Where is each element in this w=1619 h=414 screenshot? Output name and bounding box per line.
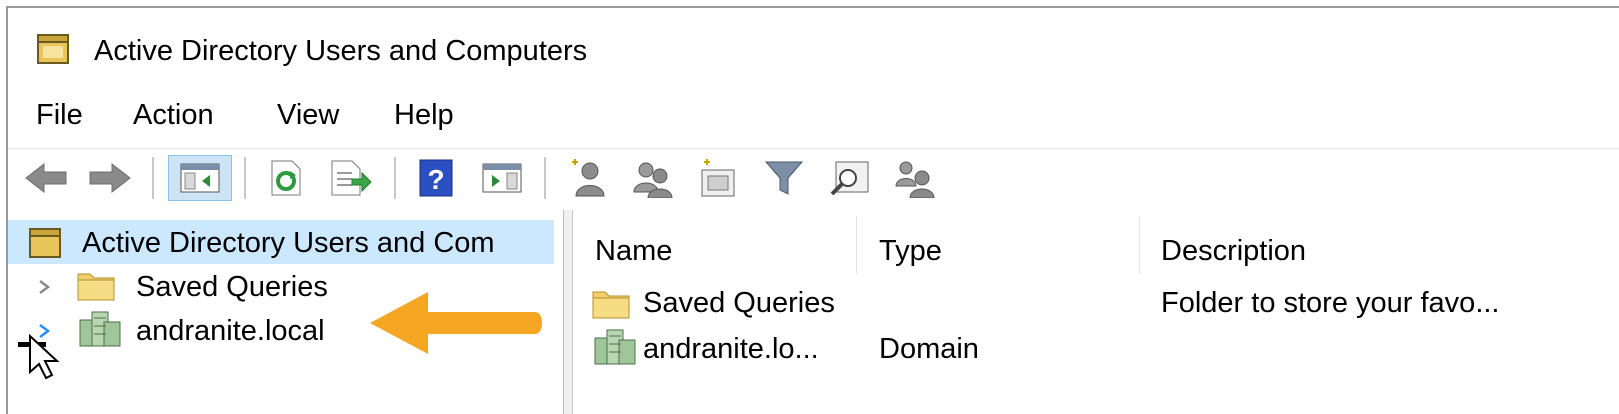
tree-root-item[interactable]: Active Directory Users and Com [8, 220, 554, 264]
cell-name: Saved Queries [643, 287, 835, 319]
menu-bar: File Action View Help [8, 92, 1619, 136]
chevron-right-icon[interactable] [32, 272, 56, 302]
cell-type: Domain [879, 333, 979, 365]
column-header-label: Type [879, 235, 942, 267]
toolbar-separator [152, 157, 155, 199]
column-header-name[interactable]: Name [573, 220, 855, 278]
toolbar: ? [8, 148, 1619, 205]
forward-button[interactable] [86, 155, 134, 201]
aduc-app-icon [37, 34, 69, 64]
refresh-button[interactable] [262, 155, 310, 201]
show-hide-console-tree-icon [180, 163, 220, 193]
pane-splitter[interactable] [564, 210, 573, 414]
show-action-pane-icon [482, 163, 522, 193]
menu-view[interactable]: View [277, 98, 339, 132]
add-to-group-button[interactable] [890, 155, 938, 201]
list-row-andranite-local[interactable]: andranite.lo... Domain [573, 326, 1619, 370]
window-title: Active Directory Users and Computers [94, 35, 588, 67]
svg-text:?: ? [427, 164, 444, 195]
export-list-icon [331, 160, 372, 196]
back-icon [25, 162, 67, 194]
tree-item-label: andranite.local [136, 315, 325, 347]
help-button[interactable]: ? [412, 155, 460, 201]
help-icon: ? [419, 159, 453, 197]
add-to-group-icon [895, 161, 935, 198]
domain-icon [79, 311, 121, 347]
content-area: Active Directory Users and Com Saved Que… [8, 210, 1619, 414]
new-ou-button[interactable] [694, 155, 742, 201]
export-list-button[interactable] [326, 155, 374, 201]
new-group-button[interactable] [628, 155, 676, 201]
tree-root-label: Active Directory Users and Com [82, 227, 495, 259]
tree-item-label: Saved Queries [136, 271, 328, 303]
find-button[interactable] [826, 155, 874, 201]
details-list: Name Type Description Saved Queries Fold… [573, 210, 1619, 414]
cell-name: andranite.lo... [643, 333, 819, 365]
forward-icon [89, 162, 131, 194]
find-icon [830, 161, 869, 196]
list-row-saved-queries[interactable]: Saved Queries Folder to store your favo.… [573, 280, 1619, 324]
folder-icon [77, 273, 115, 301]
cell-description: Folder to store your favo... [1161, 287, 1500, 319]
toolbar-separator [394, 157, 397, 199]
show-hide-console-tree-button[interactable] [168, 155, 232, 201]
new-group-icon [633, 162, 673, 198]
menu-file[interactable]: File [36, 98, 83, 132]
mouse-cursor-icon [18, 333, 60, 380]
menu-help[interactable]: Help [394, 98, 454, 132]
annotation-arrow-icon [370, 292, 542, 354]
menu-action[interactable]: Action [133, 98, 214, 132]
filter-icon [764, 161, 804, 195]
folder-icon [592, 291, 630, 319]
domain-icon [594, 329, 636, 365]
toolbar-separator [544, 157, 547, 199]
aduc-root-icon [29, 228, 61, 258]
column-header-label: Description [1161, 235, 1307, 267]
column-header-label: Name [595, 235, 673, 267]
back-button[interactable] [22, 155, 70, 201]
filter-button[interactable] [760, 155, 808, 201]
new-user-icon [572, 159, 605, 197]
title-bar[interactable]: Active Directory Users and Computers [8, 8, 1619, 86]
column-header-description[interactable]: Description [1139, 220, 1615, 278]
toolbar-separator [244, 157, 247, 199]
new-ou-icon [701, 159, 735, 197]
show-action-pane-button[interactable] [478, 155, 526, 201]
main-window: Active Directory Users and Computers Fil… [6, 6, 1619, 414]
column-header-type[interactable]: Type [857, 220, 1139, 278]
refresh-icon [271, 160, 301, 196]
new-user-button[interactable] [564, 155, 612, 201]
